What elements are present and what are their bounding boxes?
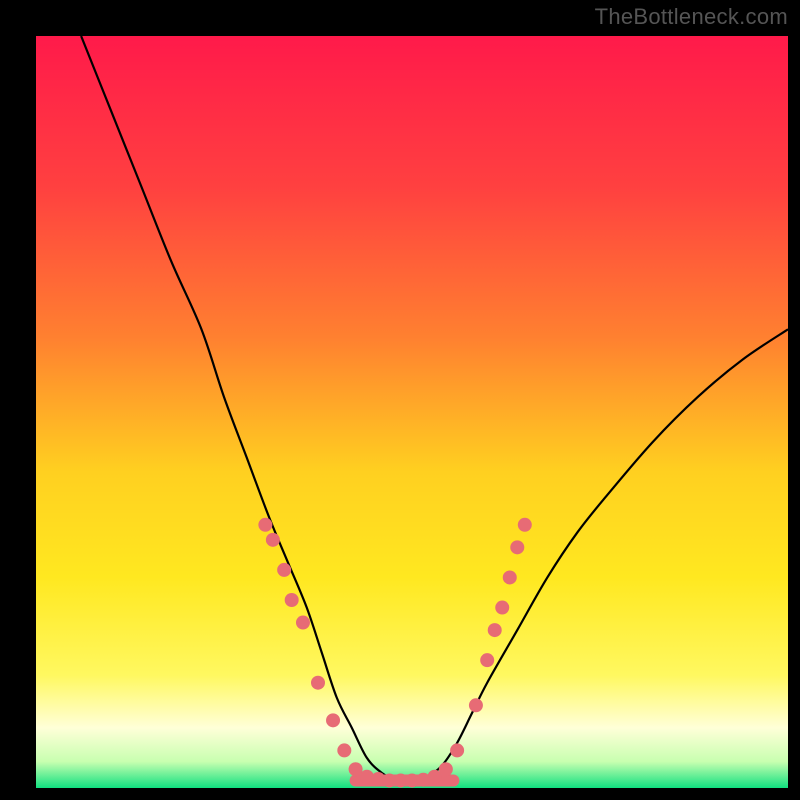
- curve-marker: [326, 713, 340, 727]
- chart-container: [0, 0, 800, 800]
- curve-marker: [296, 616, 310, 630]
- curve-marker: [277, 563, 291, 577]
- curve-marker: [495, 601, 509, 615]
- curve-marker: [266, 533, 280, 547]
- curve-marker: [469, 698, 483, 712]
- curve-marker: [439, 762, 453, 776]
- curve-marker: [337, 743, 351, 757]
- curve-marker: [480, 653, 494, 667]
- curve-marker: [503, 570, 517, 584]
- bottleneck-chart: [0, 0, 800, 800]
- curve-marker: [510, 540, 524, 554]
- curve-marker: [285, 593, 299, 607]
- chart-gradient-background: [36, 36, 788, 788]
- curve-marker: [488, 623, 502, 637]
- curve-marker: [518, 518, 532, 532]
- curve-marker: [258, 518, 272, 532]
- curve-marker: [311, 676, 325, 690]
- watermark-text: TheBottleneck.com: [595, 4, 788, 30]
- curve-marker: [450, 743, 464, 757]
